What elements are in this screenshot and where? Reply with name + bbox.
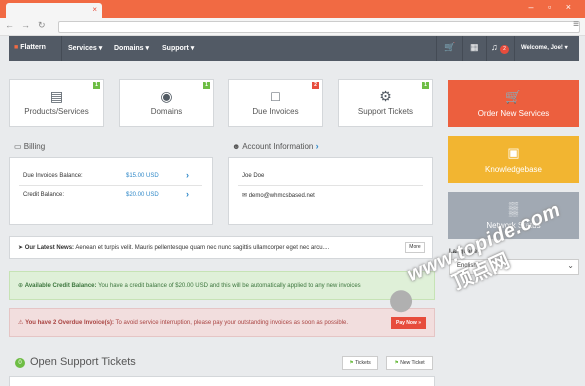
tab-close-icon[interactable]: × <box>92 5 97 14</box>
row-divider <box>19 185 202 186</box>
credit-alert-label: Available Credit Balance: <box>24 283 97 289</box>
bell-icon[interactable]: ♫ <box>491 42 498 52</box>
account-email-row: ✉ demo@whmcsbased.net <box>242 192 315 199</box>
billing-row-label: Due Invoices Balance: <box>23 173 83 179</box>
latest-news-bar: ➤ Our Latest News: Aenean et turpis veli… <box>9 236 433 259</box>
support-title: Open Support Tickets <box>30 356 136 368</box>
url-field[interactable] <box>58 21 580 33</box>
user-menu[interactable]: Welcome, Joe! ▾ <box>521 44 568 51</box>
browser-menu-icon[interactable]: ≡ <box>573 19 579 30</box>
chevron-right-icon[interactable]: › <box>186 189 189 199</box>
browser-titlebar: × – ▫ × <box>0 0 585 18</box>
tile-domains[interactable]: 1 ◉ Domains <box>119 79 214 127</box>
billing-row-value: $15.00 USD <box>126 173 159 179</box>
tag-icon: ⚑ <box>394 360 399 366</box>
overdue-alert-label: You have 2 Overdue Invoice(s): <box>25 320 114 326</box>
account-title: Account Information <box>242 142 314 151</box>
nav-divider <box>462 36 463 61</box>
credit-alert-line: ⊕ Available Credit Balance: You have a c… <box>18 282 361 289</box>
gear-icon: ⚙ <box>379 88 392 104</box>
billing-row-value: $20.00 USD <box>126 192 159 198</box>
account-name: Joe Doe <box>242 173 265 179</box>
forward-arrow-icon[interactable]: → <box>21 20 30 30</box>
billing-title: Billing <box>23 142 46 151</box>
circle-arrow-icon: ➤ <box>18 245 24 251</box>
overdue-invoices-alert: ⚠ You have 2 Overdue Invoice(s): To avoi… <box>9 308 435 337</box>
plus-circle-icon: ⊕ <box>18 283 24 289</box>
billing-row-label: Credit Balance: <box>23 192 65 198</box>
tile-label: Knowledgebase <box>485 165 542 174</box>
window-controls[interactable]: – ▫ × <box>529 2 577 12</box>
shopping-bag-icon[interactable]: ▦ <box>470 42 479 53</box>
pay-now-button[interactable]: Pay Now » <box>391 317 426 329</box>
tile-products-services[interactable]: 1 ▤ Products/Services <box>9 79 104 127</box>
tile-label: Domains <box>150 107 183 116</box>
nav-divider <box>61 36 62 61</box>
tile-label: Products/Services <box>24 107 89 116</box>
warning-icon: ⚠ <box>18 320 24 326</box>
news-text: Aenean et turpis velit. Mauris pellentes… <box>75 245 330 251</box>
tile-label: Order New Services <box>477 109 550 118</box>
credit-balance-alert: ⊕ Available Credit Balance: You have a c… <box>9 271 435 300</box>
account-email: demo@whmcsbased.net <box>248 193 315 199</box>
back-arrow-icon[interactable]: ← <box>5 20 14 30</box>
address-bar-area: ← → ↻ ≡ <box>0 18 585 36</box>
new-ticket-button[interactable]: ⚑ New Ticket <box>386 356 433 370</box>
tile-support-tickets[interactable]: 1 ⚙ Support Tickets <box>338 79 433 127</box>
cart-icon[interactable]: 🛒 <box>444 42 455 53</box>
book-icon: ▣ <box>507 145 520 160</box>
brand-logo[interactable]: ■ Flattern <box>14 44 48 51</box>
chevron-right-icon[interactable]: › <box>316 141 319 151</box>
tile-label: Support Tickets <box>357 107 414 116</box>
billing-heading: ▭ Billing <box>14 142 45 151</box>
tile-due-invoices[interactable]: 2 □ Due Invoices <box>228 79 323 127</box>
nav-divider <box>514 36 515 61</box>
notification-badge: 2 <box>500 45 509 54</box>
user-icon: ☻ <box>232 142 241 151</box>
credit-alert-text: You have a credit balance of $20.00 USD … <box>98 283 361 289</box>
nav-services[interactable]: Services ▾ <box>68 44 102 52</box>
browser-tab[interactable]: × <box>6 3 102 18</box>
tag-icon: ⚑ <box>349 360 354 366</box>
billing-panel: Due Invoices Balance: $15.00 USD › Credi… <box>9 157 213 225</box>
nav-divider <box>436 36 437 61</box>
news-line: ➤ Our Latest News: Aenean et turpis veli… <box>18 244 403 251</box>
knowledgebase-tile[interactable]: ▣ Knowledgebase <box>448 136 579 183</box>
overdue-alert-text: To avoid service interruption, please pa… <box>115 320 349 326</box>
row-divider <box>238 185 423 186</box>
order-new-services-tile[interactable]: 🛒 Order New Services <box>448 80 579 127</box>
chevron-down-icon: ⌄ <box>567 261 574 270</box>
open-support-tickets: 0 Open Support Tickets ⚑ Tickets ⚑ New T… <box>9 350 435 386</box>
tickets-button[interactable]: ⚑ Tickets <box>342 356 378 370</box>
nav-domains[interactable]: Domains ▾ <box>114 44 149 52</box>
reload-icon[interactable]: ↻ <box>38 20 46 31</box>
document-icon: □ <box>271 88 280 104</box>
account-panel: Joe Doe ✉ demo@whmcsbased.net <box>228 157 433 225</box>
account-heading: ☻ Account Information › <box>232 141 319 151</box>
cart-icon: 🛒 <box>505 89 522 104</box>
globe-icon: ◉ <box>160 88 173 104</box>
top-navbar: ■ Flattern Services ▾ Domains ▾ Support ▾… <box>9 36 579 61</box>
overdue-alert-line: ⚠ You have 2 Overdue Invoice(s): To avoi… <box>18 319 348 326</box>
nav-support[interactable]: Support ▾ <box>162 44 194 52</box>
hdd-icon: ▤ <box>49 88 64 104</box>
news-more-button[interactable]: More <box>405 242 425 253</box>
news-label: Our Latest News: <box>24 245 75 251</box>
tickets-button-label: Tickets <box>355 360 371 366</box>
tile-label: Due Invoices <box>252 107 299 116</box>
ticket-count-badge: 0 <box>15 358 25 368</box>
credit-card-icon: ▭ <box>14 142 22 151</box>
envelope-icon: ✉ <box>242 193 248 199</box>
nav-divider <box>486 36 487 61</box>
new-ticket-button-label: New Ticket <box>400 360 425 366</box>
chevron-right-icon[interactable]: › <box>186 170 189 180</box>
